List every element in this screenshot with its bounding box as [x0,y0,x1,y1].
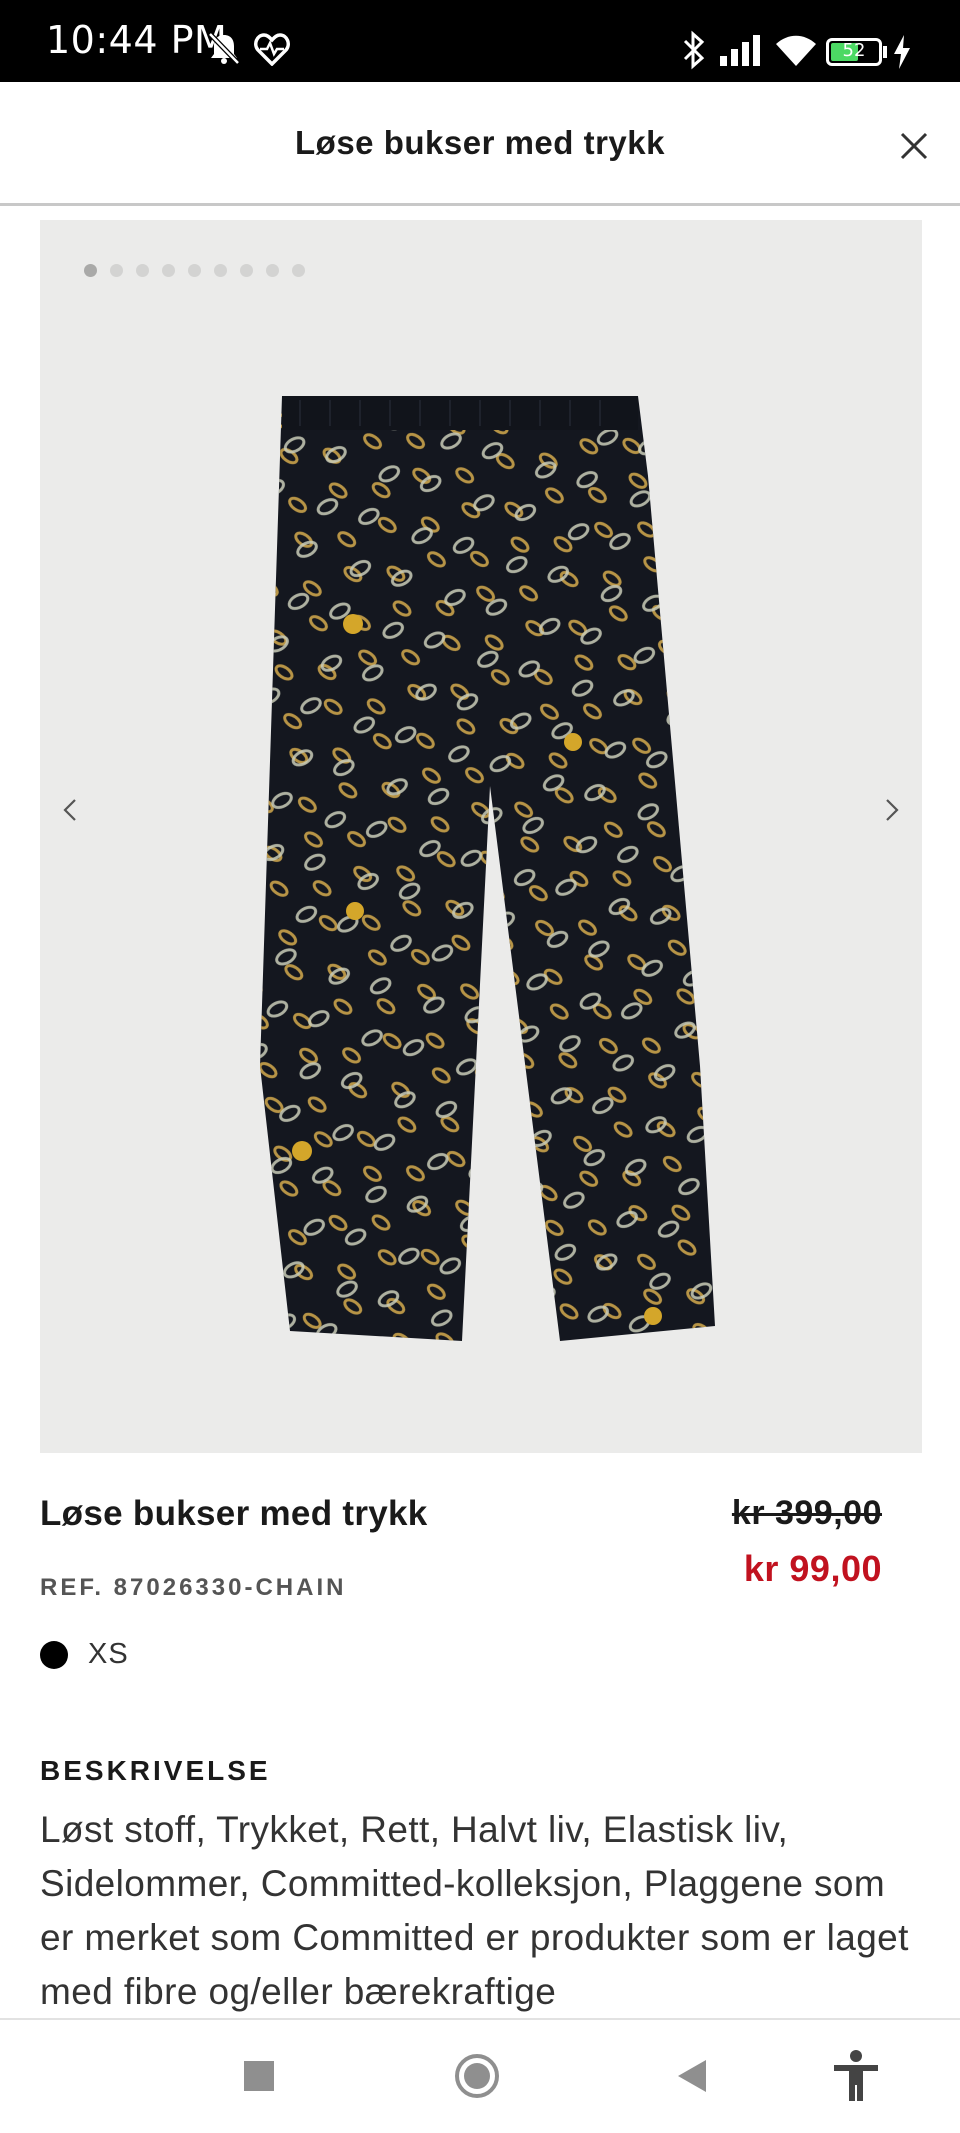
battery-nub [883,46,887,58]
back-triangle-icon [678,2060,706,2092]
product-image-trousers [260,396,715,1341]
gallery-dot[interactable] [266,264,279,277]
product-reference: REF. 87026330-CHAIN [40,1574,347,1601]
status-time: 10:44 PM [46,18,228,62]
accessibility-button[interactable] [826,2046,886,2106]
gallery-dot[interactable] [110,264,123,277]
recents-button[interactable] [229,2046,289,2106]
close-icon[interactable] [894,126,934,166]
gallery-dot[interactable] [136,264,149,277]
gallery-dot[interactable] [162,264,175,277]
home-button[interactable] [447,2046,507,2106]
header-title: Løse bukser med trykk [295,124,665,161]
size-label: XS [88,1638,129,1670]
accessibility-icon [834,2050,878,2101]
gallery-dot[interactable] [84,264,97,277]
color-swatch[interactable] [40,1641,68,1669]
description-text: Løst stoff, Trykket, Rett, Halvt liv, El… [40,1809,909,2012]
description-heading: BESKRIVELSE [40,1755,271,1786]
original-price: kr 399,00 [731,1494,882,1532]
mute-bell-icon [208,32,240,65]
product-name: Løse bukser med trykk [40,1494,428,1533]
gallery-pagination[interactable] [84,264,305,278]
charging-icon [894,35,910,69]
gallery-dot[interactable] [214,264,227,277]
recents-square-icon [244,2061,274,2091]
home-circle-icon [455,2054,499,2098]
system-navigation-bar [0,2018,960,2133]
gallery-dot[interactable] [292,264,305,277]
status-bar: 10:44 PM 52 [0,0,960,82]
product-image-gallery[interactable] [40,220,922,1453]
wifi-icon [776,35,816,66]
gallery-dot[interactable] [240,264,253,277]
heart-pulse-icon [254,33,290,66]
product-header: Løse bukser med trykk [0,82,960,206]
chevron-right-icon[interactable] [876,790,906,830]
bluetooth-icon [683,30,705,70]
battery-icon: 52 [826,38,882,66]
chevron-left-icon[interactable] [56,790,86,830]
battery-level: 52 [842,40,866,61]
signal-icon [720,35,760,66]
sale-price: kr 99,00 [743,1548,882,1589]
gallery-dot[interactable] [188,264,201,277]
back-button[interactable] [663,2046,723,2106]
